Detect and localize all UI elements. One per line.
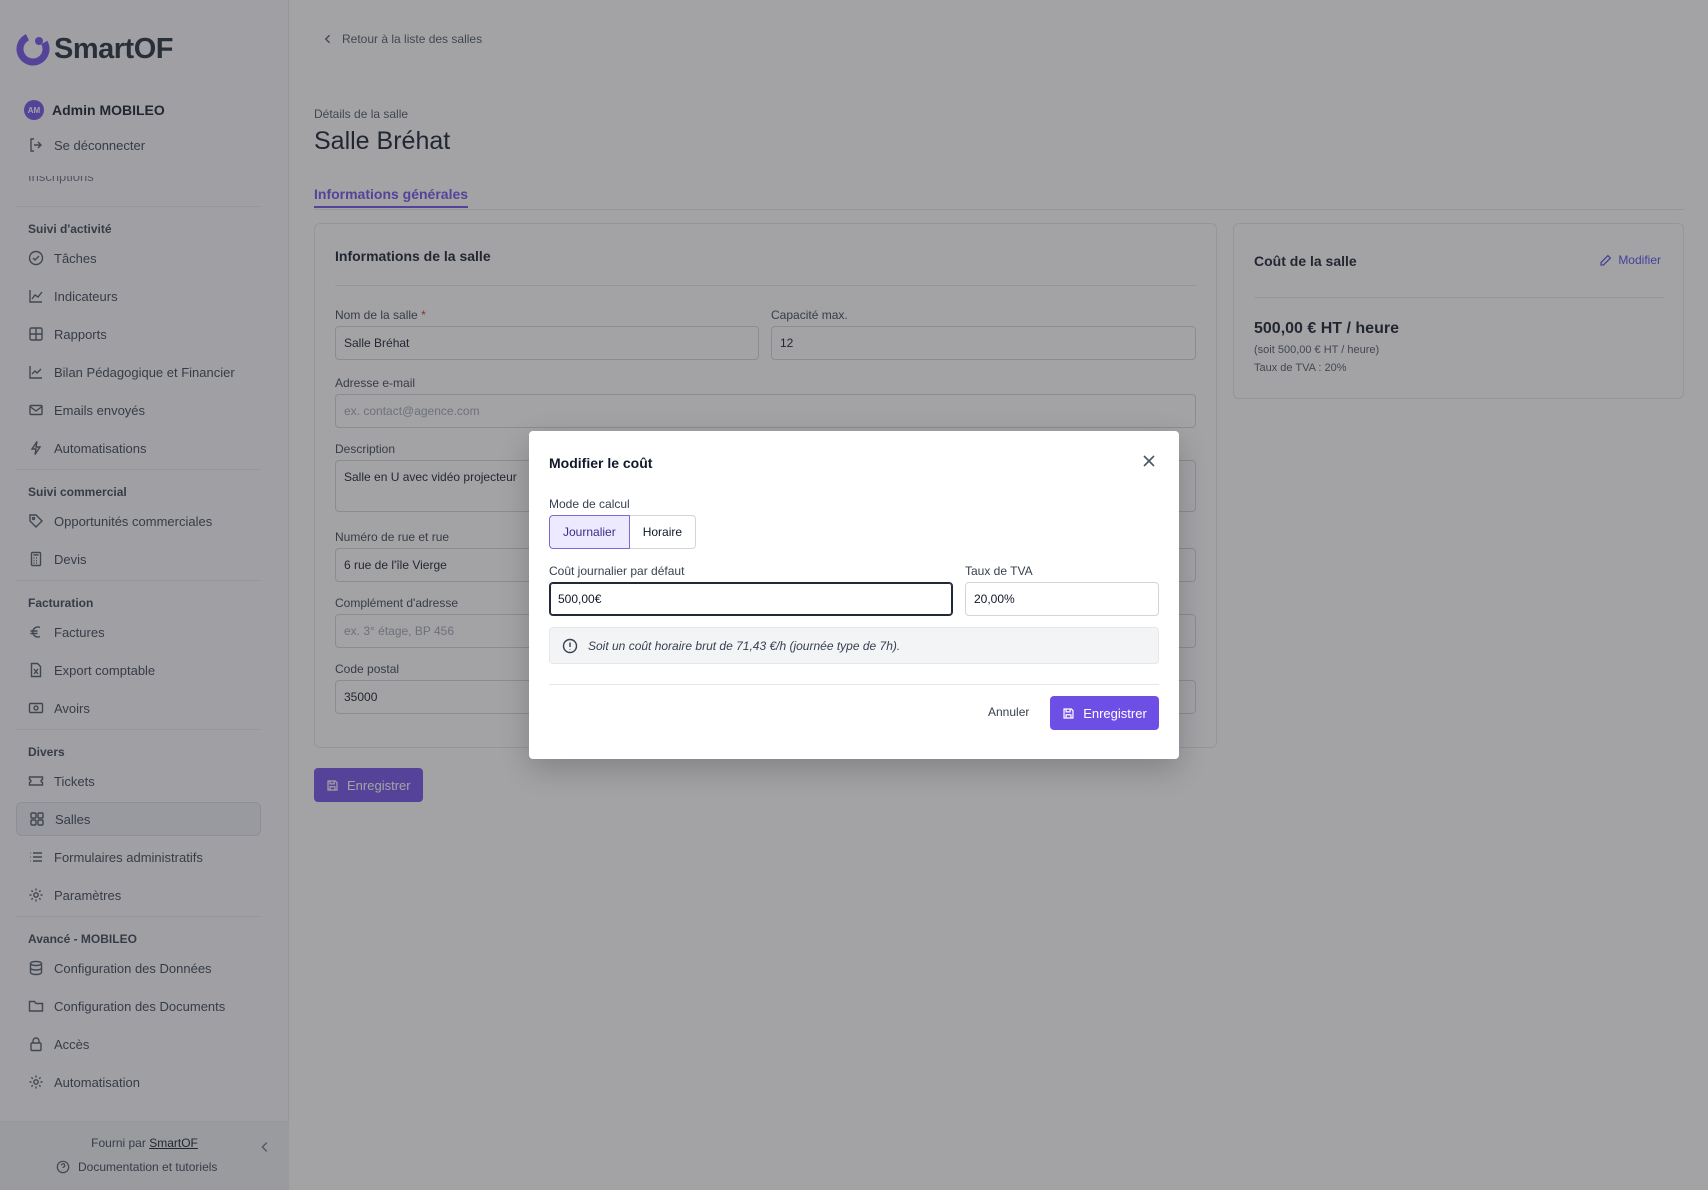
vat-input[interactable]: 20,00% — [965, 582, 1159, 616]
close-modal-button[interactable] — [1141, 453, 1157, 469]
info-notice: Soit un coût horaire brut de 71,43 €/h (… — [549, 627, 1159, 664]
modal-title: Modifier le coût — [549, 455, 653, 471]
mode-journalier-button[interactable]: Journalier — [549, 515, 630, 549]
mode-horaire-button[interactable]: Horaire — [629, 515, 697, 549]
edit-cost-modal: Modifier le coût Mode de calcul Journali… — [529, 431, 1179, 759]
daily-cost-input[interactable]: 500,00€ — [549, 582, 953, 616]
info-text: Soit un coût horaire brut de 71,43 €/h (… — [588, 638, 901, 653]
modal-save-label: Enregistrer — [1083, 705, 1147, 721]
daily-cost-label: Coût journalier par défaut — [549, 564, 685, 578]
mode-label: Mode de calcul — [549, 497, 630, 511]
info-circle-icon — [562, 638, 578, 653]
cancel-button[interactable]: Annuler — [988, 705, 1029, 719]
calculation-mode-toggle: Journalier Horaire — [549, 515, 697, 549]
vat-label: Taux de TVA — [965, 564, 1033, 578]
close-icon — [1143, 455, 1155, 467]
modal-save-button[interactable]: Enregistrer — [1050, 696, 1159, 730]
save-icon — [1063, 707, 1074, 719]
modal-divider — [549, 684, 1159, 685]
